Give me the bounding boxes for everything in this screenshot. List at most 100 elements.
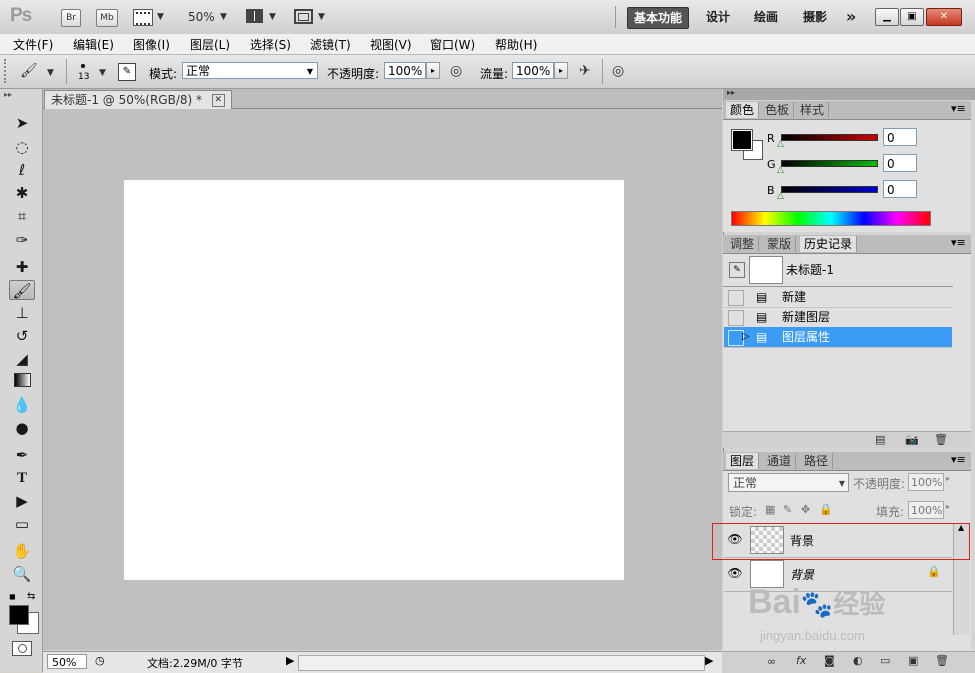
quick-mask-button[interactable] (12, 641, 32, 656)
restore-button[interactable]: ▣ (900, 8, 924, 26)
new-group-icon[interactable]: ▭ (880, 654, 890, 667)
mode-select[interactable]: 正常 ▼ (182, 62, 318, 79)
history-brush-tool-icon[interactable]: ↺ (9, 326, 35, 346)
red-slider[interactable] (781, 134, 878, 141)
zoom-level[interactable]: 50% (188, 10, 215, 24)
history-item[interactable]: ▤ 新建图层 (724, 307, 952, 328)
minimize-button[interactable]: ▁ (875, 8, 899, 26)
blur-tool-icon[interactable]: 💧 (9, 395, 35, 415)
status-menu-arrow-icon[interactable]: ▶ (286, 654, 294, 667)
minibridge-button[interactable]: Mb (96, 9, 118, 27)
workspace-essentials[interactable]: 基本功能 (627, 7, 690, 29)
tab-history[interactable]: 历史记录 (800, 236, 858, 252)
brush-size-dropdown-icon[interactable]: ▼ (99, 68, 106, 78)
eyedropper-tool-icon[interactable]: ✑ (9, 230, 35, 250)
path-selection-tool-icon[interactable]: ▶ (9, 491, 35, 511)
layers-panel-menu-icon[interactable]: ▾≡ (951, 453, 966, 466)
healing-brush-tool-icon[interactable]: ✚ (9, 257, 35, 277)
brush-preset-dropdown-icon[interactable]: ▼ (47, 68, 54, 78)
tab-swatches[interactable]: 色板 (761, 102, 795, 118)
arrange-documents-button[interactable] (246, 9, 263, 23)
blue-value-input[interactable]: 0 (883, 180, 917, 198)
type-tool-icon[interactable]: T (9, 468, 35, 488)
scroll-right-arrow-icon[interactable]: ▶ (705, 654, 713, 667)
blue-slider[interactable] (781, 186, 878, 193)
flow-slider-button[interactable]: ▸ (554, 62, 568, 79)
pen-tool-icon[interactable]: ✒ (9, 445, 35, 465)
red-value-input[interactable]: 0 (883, 128, 917, 146)
close-button[interactable]: ✕ (926, 8, 962, 26)
options-grip[interactable] (4, 59, 10, 83)
color-panel-menu-icon[interactable]: ▾≡ (951, 102, 966, 115)
add-mask-icon[interactable]: ◙ (824, 654, 835, 667)
brush-preset-icon[interactable]: 🖌 (20, 63, 38, 79)
delete-layer-icon[interactable]: 🗑 (935, 654, 949, 667)
dodge-tool-icon[interactable]: ● (9, 418, 35, 438)
tab-paths[interactable]: 路径 (800, 453, 834, 469)
tab-channels[interactable]: 通道 (763, 453, 797, 469)
clone-stamp-tool-icon[interactable]: ⊥ (9, 303, 35, 323)
new-document-from-state-icon[interactable]: ▤ (875, 433, 885, 446)
lock-pixels-icon[interactable]: ✎ (783, 503, 792, 516)
zoom-dropdown-icon[interactable]: ▼ (220, 12, 227, 22)
green-slider[interactable] (781, 160, 878, 167)
menu-layer[interactable]: 图层(L) (190, 36, 230, 53)
red-slider-handle-icon[interactable]: △ (777, 139, 784, 149)
eraser-tool-icon[interactable]: ◢ (9, 349, 35, 369)
menu-filter[interactable]: 滤镜(T) (310, 36, 351, 53)
eye-icon[interactable]: 👁 (727, 566, 743, 582)
status-info-icon[interactable]: ◷ (95, 654, 105, 667)
default-colors-icon[interactable]: ◼ (9, 592, 16, 601)
arrange-dropdown-icon[interactable]: ▼ (269, 12, 276, 22)
tab-layers[interactable]: 图层 (726, 453, 760, 469)
new-snapshot-icon[interactable]: 📷 (905, 433, 919, 446)
layer-style-icon[interactable]: fx (796, 654, 806, 667)
tab-adjustments[interactable]: 调整 (726, 236, 760, 252)
shape-tool-icon[interactable]: ▭ (9, 514, 35, 534)
tab-masks[interactable]: 蒙版 (763, 236, 797, 252)
snapshot-thumbnail[interactable] (749, 256, 783, 284)
flow-input[interactable]: 100% (512, 62, 554, 79)
airbrush-icon[interactable]: ✈ (579, 63, 591, 79)
lock-transparency-icon[interactable]: ▦ (765, 503, 775, 516)
screen-mode-dropdown-icon[interactable]: ▼ (318, 12, 325, 22)
delete-state-icon[interactable]: 🗑 (934, 433, 948, 446)
new-layer-icon[interactable]: ▣ (908, 654, 918, 667)
view-extras-button[interactable] (133, 9, 153, 26)
history-item-selected[interactable]: ▷ ▤ 图层属性 (724, 327, 952, 348)
green-value-input[interactable]: 0 (883, 154, 917, 172)
hand-tool-icon[interactable]: ✋ (9, 541, 35, 561)
layer-opacity-input[interactable]: 100% (908, 473, 944, 491)
history-item[interactable]: ▤ 新建 (724, 287, 952, 308)
panel-foreground-swatch[interactable] (731, 129, 753, 151)
blue-slider-handle-icon[interactable]: △ (777, 191, 784, 201)
history-checkbox[interactable] (728, 290, 744, 306)
zoom-tool-icon[interactable]: 🔍 (9, 564, 35, 584)
fill-slider-icon[interactable]: ▸ (946, 502, 950, 511)
adjustment-layer-icon[interactable]: ◐ (853, 654, 863, 667)
lock-position-icon[interactable]: ✥ (801, 503, 810, 516)
opacity-input[interactable]: 100% (384, 62, 426, 79)
quick-selection-tool-icon[interactable]: ✱ (9, 183, 35, 203)
history-panel-menu-icon[interactable]: ▾≡ (951, 236, 966, 249)
layer-opacity-slider-icon[interactable]: ▸ (946, 474, 950, 483)
pressure-opacity-icon[interactable]: ◎ (450, 63, 462, 79)
fill-input[interactable]: 100% (908, 501, 944, 519)
screen-mode-button[interactable] (294, 9, 313, 24)
marquee-tool-icon[interactable]: ◌ (9, 137, 35, 157)
brush-panel-toggle-icon[interactable]: ✎ (118, 63, 136, 81)
tab-color[interactable]: 颜色 (726, 102, 760, 118)
menu-select[interactable]: 选择(S) (250, 36, 291, 53)
menu-window[interactable]: 窗口(W) (430, 36, 475, 53)
pressure-size-icon[interactable]: ◎ (612, 63, 624, 79)
move-tool-icon[interactable]: ➤ (9, 113, 35, 133)
close-document-icon[interactable]: ✕ (211, 94, 225, 107)
menu-file[interactable]: 文件(F) (13, 36, 53, 53)
opacity-slider-button[interactable]: ▸ (426, 62, 440, 79)
history-brush-source-icon[interactable]: ✎ (729, 262, 745, 278)
brush-tip-icon[interactable] (81, 64, 85, 68)
workspace-painting[interactable]: 绘画 (748, 7, 784, 27)
history-checkbox[interactable] (728, 310, 744, 326)
workspace-design[interactable]: 设计 (700, 7, 736, 27)
lock-all-icon[interactable]: 🔒 (819, 503, 833, 516)
